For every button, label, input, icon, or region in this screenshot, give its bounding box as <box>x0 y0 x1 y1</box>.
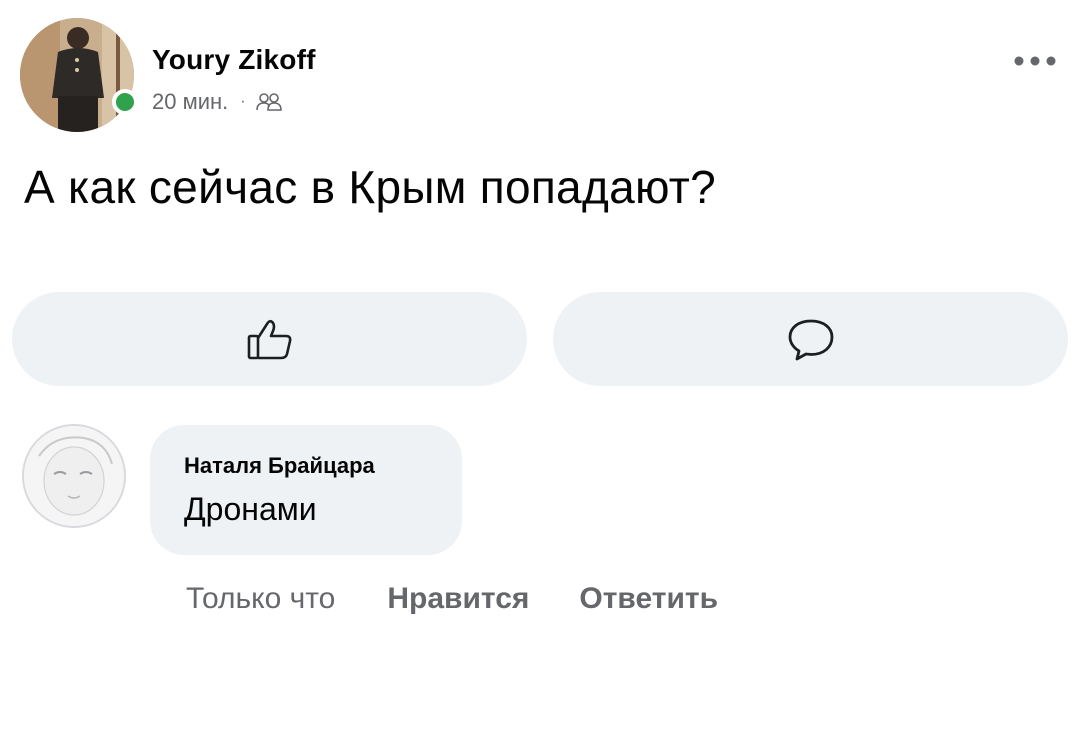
comment-reply-link[interactable]: Ответить <box>579 582 718 616</box>
post-author-name[interactable]: Youry Zikoff <box>152 44 316 76</box>
comment-icon <box>788 319 833 361</box>
commenter-avatar-image <box>24 426 124 526</box>
commenter-avatar[interactable] <box>22 424 126 528</box>
author-avatar[interactable] <box>20 18 134 132</box>
like-button[interactable] <box>12 292 527 386</box>
comment-bubble: Наталя Брайцара Дронами <box>150 425 462 555</box>
comment-time[interactable]: Только что <box>186 582 335 616</box>
comment-button[interactable] <box>553 292 1068 386</box>
online-status-indicator <box>112 89 138 115</box>
facebook-post: Youry Zikoff 20 мин. · А как сейчас в Кр… <box>0 0 1080 735</box>
more-options-icon[interactable] <box>1012 55 1058 67</box>
comment-author-name[interactable]: Наталя Брайцара <box>184 453 375 479</box>
post-meta: 20 мин. · <box>152 89 282 115</box>
author-avatar-image <box>20 18 134 132</box>
friends-icon[interactable] <box>255 92 282 112</box>
post-text: А как сейчас в Крым попадают? <box>24 161 717 213</box>
comment-actions: Только что Нравится Ответить <box>186 582 718 616</box>
thumbs-up-icon <box>247 319 291 360</box>
comment-like-link[interactable]: Нравится <box>387 582 529 616</box>
comment-text: Дронами <box>184 491 317 527</box>
meta-separator: · <box>240 93 246 110</box>
post-time[interactable]: 20 мин. <box>152 89 228 115</box>
